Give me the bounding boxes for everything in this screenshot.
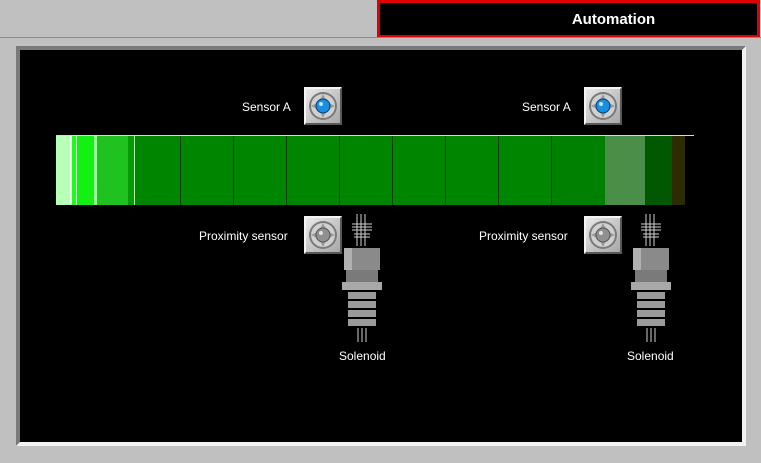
conveyor-segment [97,136,128,205]
conveyor-segment [340,136,393,205]
sensor-a-indicator[interactable] [584,87,622,125]
solenoid-icon[interactable] [340,214,384,344]
proximity-sensor-label: Proximity sensor [479,229,568,243]
proximity-sensor-indicator[interactable] [584,216,622,254]
sensor-a-label: Sensor A [522,100,571,114]
solenoid-label: Solenoid [339,349,386,363]
conveyor-segment [645,136,672,205]
conveyor-segment [552,136,605,205]
sensor-led-icon [589,92,617,120]
proximity-led-icon [589,221,617,249]
conveyor-segment [56,136,70,205]
proximity-led-icon [309,221,337,249]
solenoid-label: Solenoid [627,349,674,363]
sensor-a-indicator[interactable] [304,87,342,125]
conveyor-belt [56,135,694,205]
conveyor-segment [287,136,340,205]
conveyor-segment [393,136,446,205]
conveyor-segment [446,136,499,205]
proximity-sensor-label: Proximity sensor [199,229,288,243]
proximity-sensor-indicator[interactable] [304,216,342,254]
sensor-led-icon [309,92,337,120]
conveyor-segment [499,136,552,205]
conveyor-segment [135,136,181,205]
conveyor-segment [605,136,645,205]
conveyor-segment [234,136,287,205]
header-divider [0,37,761,38]
window-title-bar: Automation [377,0,760,38]
conveyor-segment [181,136,234,205]
sensor-a-label: Sensor A [242,100,291,114]
conveyor-segment [77,136,94,205]
conveyor-segment [672,136,685,205]
solenoid-icon[interactable] [629,214,673,344]
window-title: Automation [571,10,656,28]
